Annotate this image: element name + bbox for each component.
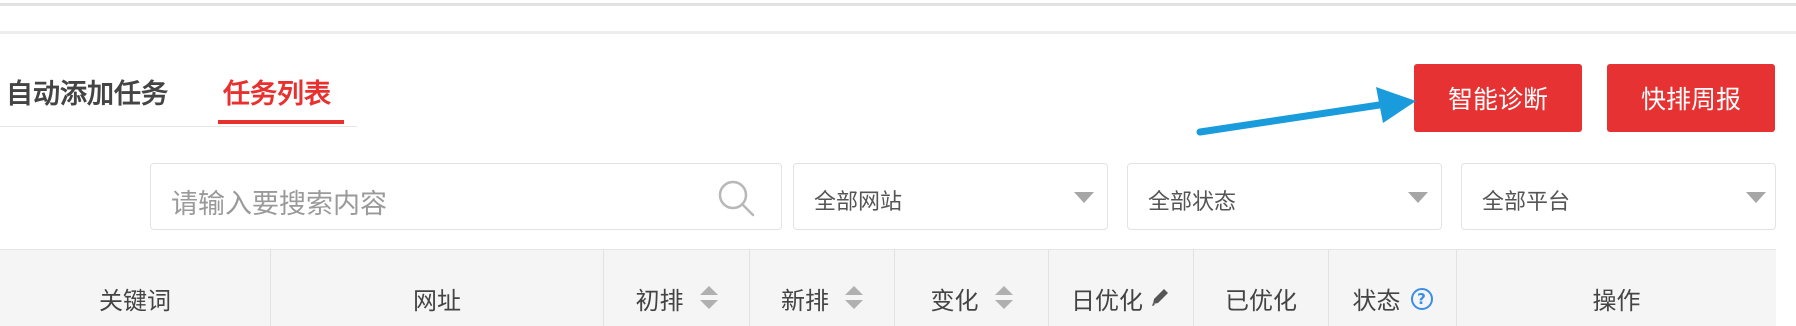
annotation-arrow	[1196, 87, 1416, 136]
sort-icon[interactable]	[845, 286, 863, 310]
status-filter-select[interactable]: 全部状态	[1127, 163, 1442, 230]
sort-icon[interactable]	[699, 286, 718, 310]
header-new-rank[interactable]: 新排	[750, 250, 895, 326]
table-header: 关键词 网址 初排 新排 变化 日优化 已优化 状态 ? 操作	[0, 249, 1776, 326]
status-filter-value: 全部状态	[1148, 190, 1237, 215]
caret-down-icon	[1746, 192, 1766, 203]
active-tab-indicator	[218, 120, 344, 124]
header-daily-optimize: 日优化	[1049, 250, 1194, 326]
sort-icon[interactable]	[994, 286, 1013, 310]
platform-filter-select[interactable]: 全部平台	[1461, 163, 1776, 230]
search-box[interactable]: 请输入要搜索内容	[150, 163, 782, 230]
header-actions: 操作	[1457, 250, 1776, 326]
header-new-rank-label: 新排	[781, 286, 829, 315]
header-status: 状态 ?	[1329, 250, 1457, 326]
top-divider	[0, 3, 1796, 6]
caret-down-icon	[1074, 192, 1094, 203]
search-input[interactable]: 请输入要搜索内容	[171, 182, 387, 221]
header-url: 网址	[271, 250, 604, 326]
site-filter-select[interactable]: 全部网站	[793, 163, 1108, 230]
header-change[interactable]: 变化	[895, 250, 1049, 326]
header-status-label: 状态	[1352, 286, 1401, 315]
header-optimized: 已优化	[1194, 250, 1329, 326]
header-divider	[0, 31, 1796, 34]
caret-down-icon	[1408, 192, 1428, 203]
header-daily-optimize-label: 日优化	[1071, 286, 1143, 315]
platform-filter-value: 全部平台	[1482, 190, 1571, 215]
header-optimized-label: 已优化	[1225, 286, 1297, 315]
header-actions-label: 操作	[1592, 286, 1641, 315]
header-url-label: 网址	[413, 286, 461, 315]
help-icon[interactable]: ?	[1410, 288, 1433, 310]
tab-task-list[interactable]: 任务列表	[223, 72, 331, 111]
pencil-icon[interactable]	[1149, 286, 1171, 308]
smart-diagnosis-button[interactable]: 智能诊断	[1414, 64, 1582, 132]
header-keyword: 关键词	[0, 250, 271, 326]
header-keyword-label: 关键词	[99, 286, 171, 315]
site-filter-value: 全部网站	[814, 190, 903, 215]
header-initial-rank-label: 初排	[635, 286, 684, 315]
search-icon[interactable]	[717, 179, 757, 219]
tab-auto-add-task[interactable]: 自动添加任务	[6, 72, 168, 111]
weekly-report-button[interactable]: 快排周报	[1607, 64, 1775, 132]
header-initial-rank[interactable]: 初排	[604, 250, 750, 326]
tab-bar: 自动添加任务 任务列表	[0, 60, 357, 127]
header-change-label: 变化	[930, 286, 979, 315]
